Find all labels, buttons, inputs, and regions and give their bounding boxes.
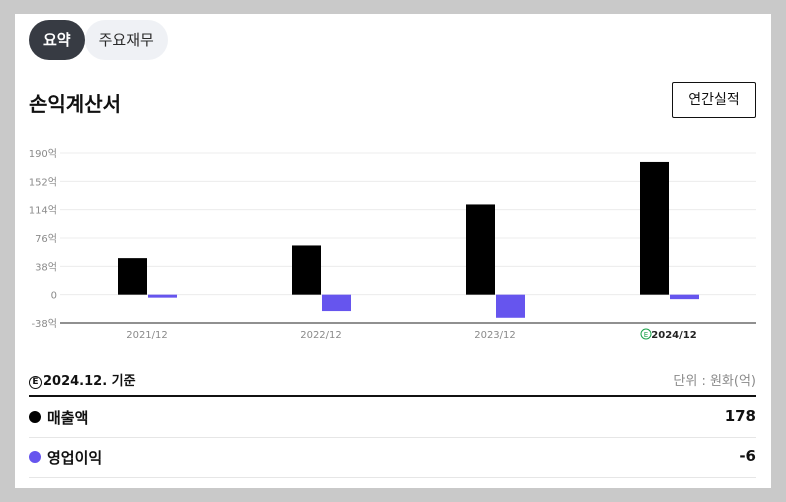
operating-income-legend-dot [29, 451, 41, 463]
row-value: -6 [739, 447, 756, 465]
unit-label: 단위 : 원화(억) [673, 374, 756, 389]
y-tick-label: 190억 [29, 148, 57, 160]
operating-income-bar [670, 294, 699, 300]
revenue-bar [466, 204, 495, 295]
basis-date: 2024.12. 기준 [43, 374, 136, 389]
y-tick-label: -38억 [31, 318, 57, 330]
revenue-bar [292, 245, 321, 295]
revenue-bar [640, 161, 669, 295]
basis-note: E 2024.12. 기준 [29, 370, 136, 389]
income-statement-chart: 190억 152억 114억 76억 38억 0 -38억 2021/12 2022/12 202… [29, 148, 756, 341]
revenue-legend-dot [29, 411, 41, 423]
row-value: 178 [724, 407, 756, 425]
summary-row-operating-income: 영업이익 -6 [29, 437, 756, 478]
revenue-bar [118, 258, 147, 295]
row-label: 매출액 [47, 409, 89, 427]
estimate-circle-icon: E [29, 376, 42, 389]
y-tick-label: 76억 [35, 233, 57, 245]
x-tick-label: 2024/12 [651, 330, 696, 341]
operating-income-bar [322, 294, 351, 312]
financial-summary-card: 요약 주요재무 손익계산서 연간실적 190억 152억 114억 76억 38억 0 -3… [15, 14, 771, 488]
x-tick-label: 2021/12 [126, 330, 168, 341]
summary-row-revenue: 매출액 178 [29, 397, 756, 438]
x-tick-label: 2023/12 [474, 330, 516, 341]
y-tick-label: 38억 [35, 261, 57, 273]
y-tick-label: 114억 [29, 205, 57, 217]
y-tick-label: 0 [51, 291, 57, 302]
row-label: 영업이익 [47, 449, 103, 467]
x-tick-label: 2022/12 [300, 330, 342, 341]
operating-income-bar [148, 294, 177, 298]
operating-income-bar [496, 294, 525, 318]
y-tick-label: 152억 [29, 176, 57, 188]
estimate-mark: E [644, 331, 648, 339]
